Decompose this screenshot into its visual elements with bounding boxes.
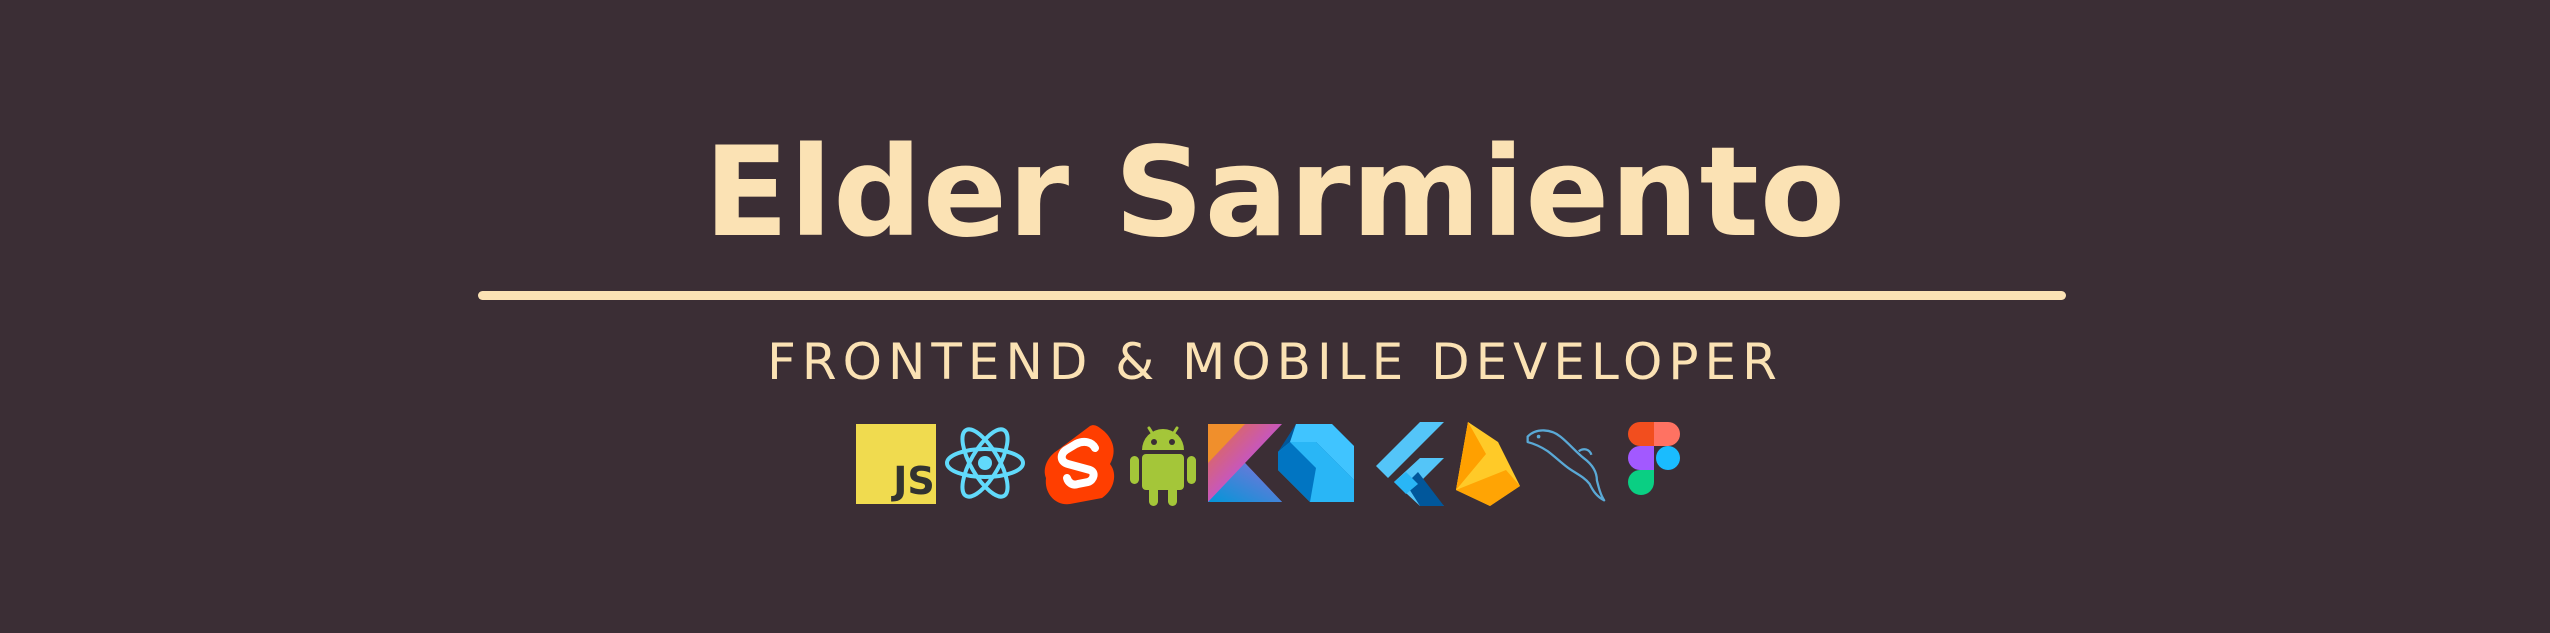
figma-icon bbox=[1614, 420, 1696, 506]
svelte-icon bbox=[1040, 420, 1122, 506]
flutter-icon bbox=[1370, 420, 1452, 506]
android-icon bbox=[1122, 420, 1204, 506]
react-icon bbox=[944, 420, 1026, 506]
page-title: Elder Sarmiento bbox=[703, 121, 1847, 265]
dart-icon bbox=[1276, 420, 1358, 506]
javascript-icon-label: JS bbox=[890, 459, 935, 503]
title-divider bbox=[478, 291, 2066, 300]
header-banner: Elder Sarmiento FRONTEND & MOBILE DEVELO… bbox=[0, 0, 2550, 633]
javascript-icon: JS bbox=[856, 420, 938, 506]
tech-stack-icons: JS bbox=[856, 420, 1696, 510]
firebase-icon bbox=[1448, 420, 1530, 506]
mysql-icon bbox=[1524, 420, 1606, 506]
role-subtitle: FRONTEND & MOBILE DEVELOPER bbox=[767, 333, 1783, 391]
kotlin-icon bbox=[1204, 420, 1286, 506]
